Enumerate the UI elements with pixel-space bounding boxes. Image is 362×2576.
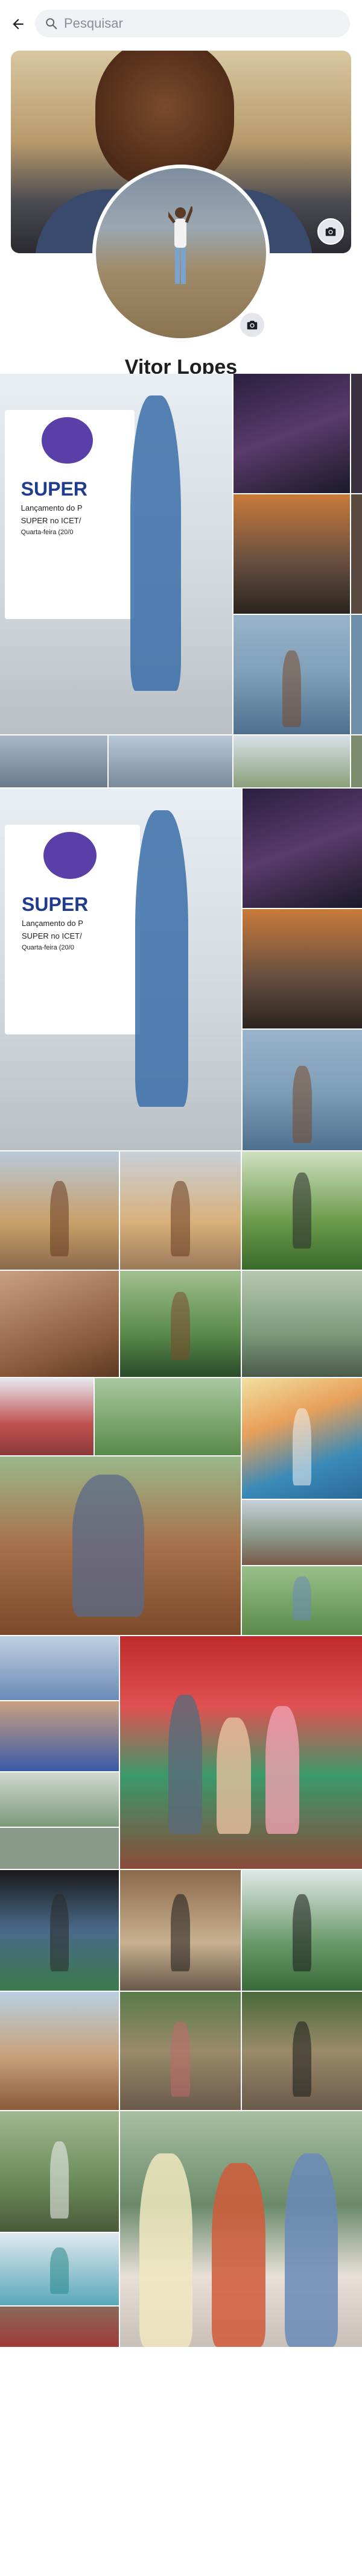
photo-beach-2[interactable] — [120, 1151, 241, 1270]
banner-brand: SUPER — [21, 478, 87, 500]
photo-edge-4[interactable] — [351, 735, 362, 787]
banner-line-1: Lançamento do P — [22, 919, 83, 928]
person-figure — [130, 395, 182, 691]
photo-sunset-2[interactable] — [243, 909, 362, 1028]
photo-bench[interactable] — [242, 1271, 362, 1377]
person-figure — [135, 810, 188, 1107]
photo-edge-3[interactable] — [351, 615, 362, 734]
person-figure — [139, 2153, 193, 2347]
camera-icon — [325, 227, 336, 236]
banner-brand: SUPER — [22, 893, 89, 915]
person-figure — [293, 1066, 312, 1143]
photo-tree-small[interactable] — [0, 2111, 119, 2232]
cover-camera-button[interactable] — [317, 218, 344, 245]
photo-small-3[interactable] — [0, 1828, 119, 1869]
person-figure — [171, 1292, 190, 1360]
person-figure — [282, 650, 301, 728]
banner-line-3: Quarta-feira (20/0 — [21, 529, 74, 537]
photo-fence-2[interactable] — [242, 1992, 362, 2110]
person-figure — [284, 2153, 338, 2347]
person-figure — [171, 1894, 190, 1971]
photo-night[interactable] — [233, 374, 350, 493]
banner-line-2: SUPER no ICET/ — [22, 931, 82, 940]
banner-logo — [43, 832, 97, 879]
banner-line-3: Quarta-feira (20/0 — [22, 944, 74, 951]
photo-pool[interactable] — [0, 2233, 119, 2305]
search-icon — [46, 18, 57, 30]
photo-tree[interactable] — [120, 1271, 241, 1377]
back-button[interactable] — [6, 12, 30, 36]
photo-grid: SUPER Lançamento do P SUPER no ICET/ Qua… — [0, 374, 362, 2576]
photo-river[interactable] — [233, 615, 350, 734]
profile-picture-image — [96, 168, 266, 338]
person-figure — [292, 2021, 312, 2097]
photo-boy-small[interactable] — [0, 1772, 119, 1827]
banner-logo — [42, 417, 93, 464]
photo-night-2[interactable] — [243, 789, 362, 908]
person-figure — [171, 1181, 190, 1257]
back-arrow-icon — [13, 19, 24, 30]
profile-camera-button[interactable] — [239, 312, 265, 338]
photo-portrait[interactable] — [242, 1566, 362, 1635]
search-bar[interactable] — [35, 10, 350, 37]
photo-fence-1[interactable] — [120, 1992, 241, 2110]
person-figure — [49, 1894, 69, 1971]
camera-icon — [247, 321, 258, 330]
person-figure — [72, 1474, 145, 1617]
person-figure — [217, 1718, 251, 1834]
person-figure — [171, 2021, 190, 2097]
photo-edge-2[interactable] — [351, 494, 362, 614]
photo-banner-2[interactable]: SUPER Lançamento do P SUPER no ICET/ Qua… — [0, 789, 241, 1150]
photo-river-small[interactable] — [0, 1636, 119, 1700]
photo-trees[interactable] — [95, 1378, 241, 1455]
person-figure — [168, 1694, 203, 1834]
person-silhouette — [168, 206, 192, 284]
photo-city[interactable] — [0, 1378, 94, 1455]
photo-field[interactable] — [242, 1870, 362, 1991]
photo-house[interactable] — [0, 2307, 119, 2347]
photo-beach-1[interactable] — [0, 1151, 119, 1270]
person-figure — [49, 1181, 69, 1257]
photo-family[interactable] — [120, 1636, 362, 1869]
person-figure — [212, 2163, 265, 2347]
person-figure — [292, 1894, 312, 1971]
search-input[interactable] — [64, 16, 329, 31]
photo-banner-1[interactable]: SUPER Lançamento do P SUPER no ICET/ Qua… — [0, 374, 232, 734]
photo-street[interactable] — [242, 1500, 362, 1565]
photo-fish-mural[interactable] — [242, 1378, 362, 1499]
photo-railing[interactable] — [0, 1870, 119, 1991]
photo-shirtless[interactable] — [0, 1271, 119, 1377]
photo-kids[interactable] — [233, 735, 350, 787]
top-bar — [0, 0, 362, 48]
person-figure — [292, 1408, 312, 1485]
photo-brick[interactable] — [0, 1992, 119, 2110]
photo-river-2[interactable] — [243, 1030, 362, 1150]
person-figure — [292, 1576, 312, 1621]
person-figure — [49, 2141, 69, 2219]
photo-small-2[interactable] — [109, 735, 232, 787]
person-figure — [265, 1705, 299, 1834]
photo-sitting[interactable] — [0, 1456, 241, 1635]
photo-sunset[interactable] — [233, 494, 350, 614]
photo-standing[interactable] — [242, 1151, 362, 1270]
banner-line-2: SUPER no ICET/ — [21, 516, 81, 526]
person-figure — [292, 1173, 312, 1249]
photo-doorway[interactable] — [120, 1870, 241, 1991]
person-figure — [49, 2247, 69, 2294]
banner-line-1: Lançamento do P — [21, 503, 83, 513]
photo-shirtless-small[interactable] — [0, 1701, 119, 1771]
photo-edge-1[interactable] — [351, 374, 362, 493]
photo-group[interactable] — [120, 2111, 362, 2347]
photo-small-1[interactable] — [0, 735, 107, 787]
